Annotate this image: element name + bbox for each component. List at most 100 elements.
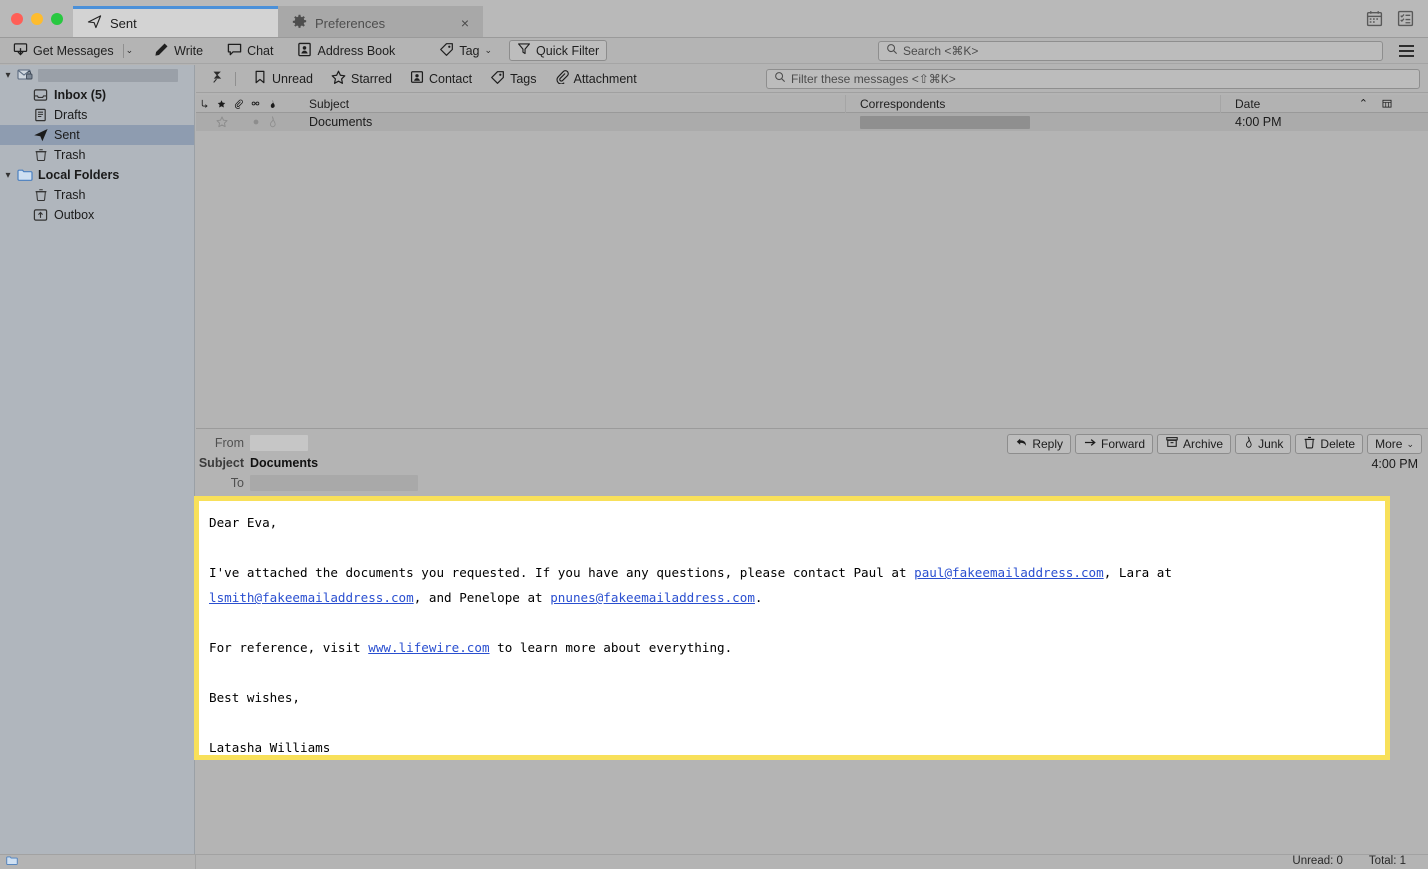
contact-card-icon bbox=[410, 70, 424, 87]
folder-account-root[interactable]: ▾ bbox=[0, 65, 194, 85]
quick-filter-pin-button[interactable] bbox=[204, 69, 233, 89]
global-search-placeholder: Search <⌘K> bbox=[903, 43, 979, 58]
tag-dropdown-icon[interactable]: ⌄ bbox=[484, 45, 492, 56]
sort-ascending-icon[interactable]: ⌃ bbox=[1359, 97, 1368, 110]
sidebar-item-trash-account[interactable]: Trash bbox=[0, 145, 194, 165]
delete-button[interactable]: Delete bbox=[1295, 434, 1364, 454]
archive-box-icon bbox=[1165, 436, 1179, 452]
sidebar-item-drafts[interactable]: Drafts bbox=[0, 105, 194, 125]
subject-value: Documents bbox=[250, 456, 319, 470]
sidebar-item-sent-label: Sent bbox=[54, 128, 80, 142]
body-p2-text-1: For reference, visit bbox=[209, 640, 369, 655]
global-search-input[interactable]: Search <⌘K> bbox=[878, 40, 1383, 61]
body-gap-3 bbox=[209, 660, 1375, 685]
status-total-count: Total: 1 bbox=[1368, 855, 1406, 867]
forward-button[interactable]: Forward bbox=[1075, 434, 1154, 454]
status-counts: Unread: 0 Total: 1 bbox=[1292, 855, 1428, 867]
row-junk-toggle[interactable] bbox=[264, 113, 281, 131]
sidebar-item-drafts-label: Drafts bbox=[54, 108, 88, 122]
close-window-button[interactable] bbox=[11, 13, 23, 25]
tab-sent[interactable]: Sent bbox=[73, 6, 278, 37]
quick-filter-bar: Unread Starred Contact Tags Attachment F… bbox=[196, 65, 1428, 93]
address-book-button[interactable]: Address Book bbox=[290, 40, 402, 61]
chat-button[interactable]: Chat bbox=[220, 40, 280, 61]
archive-button[interactable]: Archive bbox=[1157, 434, 1232, 454]
tag-button[interactable]: Tag ⌄ bbox=[432, 40, 499, 61]
sidebar-item-outbox-label: Outbox bbox=[54, 208, 95, 222]
trash-icon-2 bbox=[32, 188, 49, 203]
get-messages-dropdown-icon[interactable]: ⌄ bbox=[126, 45, 134, 56]
column-header-thread[interactable] bbox=[196, 95, 213, 113]
quick-filter-button[interactable]: Quick Filter bbox=[509, 40, 608, 61]
twisty-expanded-icon[interactable]: ▾ bbox=[0, 70, 16, 81]
column-header-junk[interactable] bbox=[264, 95, 281, 113]
pencil-icon bbox=[154, 42, 169, 60]
row-subject-label: Documents bbox=[309, 115, 373, 129]
message-list[interactable]: Documents 4:00 PM bbox=[196, 113, 1428, 427]
link-lifewire[interactable]: www.lifewire.com bbox=[368, 640, 489, 655]
sidebar-item-sent[interactable]: Sent bbox=[0, 125, 194, 145]
tag-icon-2 bbox=[490, 70, 505, 88]
tag-label: Tag bbox=[459, 43, 480, 58]
funnel-icon bbox=[517, 42, 531, 59]
reply-button[interactable]: Reply bbox=[1007, 434, 1072, 454]
column-picker-icon[interactable] bbox=[1378, 95, 1396, 113]
write-button[interactable]: Write bbox=[147, 40, 210, 61]
sidebar-item-trash-local[interactable]: Trash bbox=[0, 185, 194, 205]
close-icon[interactable]: × bbox=[461, 16, 469, 30]
minimize-window-button[interactable] bbox=[31, 13, 43, 25]
from-label: From bbox=[214, 436, 244, 450]
junk-button[interactable]: Junk bbox=[1235, 434, 1292, 454]
trash-icon-3 bbox=[1303, 436, 1316, 452]
body-p1-text-3: , and Penelope at bbox=[413, 590, 551, 605]
quick-filter-attachment-button[interactable]: Attachment bbox=[546, 69, 646, 89]
sidebar-item-trash-local-label: Trash bbox=[54, 188, 86, 202]
row-date-label: 4:00 PM bbox=[1235, 115, 1282, 129]
maximize-window-button[interactable] bbox=[51, 13, 63, 25]
trash-icon bbox=[32, 148, 49, 163]
hamburger-menu-icon[interactable] bbox=[1395, 43, 1418, 59]
column-header-correspondents[interactable]: Correspondents bbox=[846, 94, 1221, 113]
row-star-toggle[interactable] bbox=[213, 113, 230, 131]
folder-pane: ▾ Inbox (5) Drafts Sent Trash ▾ Local Fo… bbox=[0, 65, 195, 854]
tasks-icon[interactable] bbox=[1397, 10, 1414, 27]
column-header-unread[interactable] bbox=[247, 95, 264, 113]
message-actions: Reply Forward Archive Junk Delete More ⌄ bbox=[1007, 434, 1422, 454]
write-label: Write bbox=[174, 43, 204, 58]
table-row[interactable]: Documents 4:00 PM bbox=[196, 113, 1428, 131]
message-filter-input[interactable]: Filter these messages <⇧⌘K> bbox=[766, 68, 1420, 89]
get-messages-button[interactable]: Get Messages bbox=[6, 40, 121, 61]
column-header-date[interactable]: Date ⌃ bbox=[1221, 95, 1378, 113]
row-read-dot-icon[interactable] bbox=[247, 113, 264, 131]
column-header-attachment[interactable] bbox=[230, 95, 247, 113]
message-header-pane: From Subject Documents To Reply Forward bbox=[196, 428, 1428, 492]
tab-preferences[interactable]: Preferences × bbox=[278, 6, 483, 37]
archive-label: Archive bbox=[1183, 437, 1224, 451]
body-closing: Best wishes, bbox=[209, 690, 300, 705]
body-paragraph-1: I've attached the documents you requeste… bbox=[209, 560, 1375, 610]
sidebar-item-outbox[interactable]: Outbox bbox=[0, 205, 194, 225]
link-pnunes-email[interactable]: pnunes@fakeemailaddress.com bbox=[550, 590, 755, 605]
sidebar-item-local-folders[interactable]: ▾ Local Folders bbox=[0, 165, 194, 185]
reply-arrow-icon bbox=[1015, 436, 1028, 452]
link-lsmith-email[interactable]: lsmith@fakeemailaddress.com bbox=[209, 590, 414, 605]
link-paul-email[interactable]: paul@fakeemailaddress.com bbox=[914, 565, 1104, 580]
toolbar-right-group: Search <⌘K> bbox=[878, 40, 1422, 61]
column-header-star[interactable] bbox=[213, 95, 230, 113]
message-body-pane[interactable]: Dear Eva, I've attached the documents yo… bbox=[194, 496, 1390, 805]
sidebar-item-inbox[interactable]: Inbox (5) bbox=[0, 85, 194, 105]
quick-filter-contact-button[interactable]: Contact bbox=[401, 69, 481, 89]
quick-filter-unread-button[interactable]: Unread bbox=[244, 69, 322, 89]
column-header-subject[interactable]: Subject bbox=[281, 94, 846, 113]
twisty-expanded-icon-2[interactable]: ▾ bbox=[0, 170, 16, 181]
message-pane-background bbox=[196, 760, 1428, 854]
row-thread-cell bbox=[196, 113, 213, 131]
calendar-icon[interactable] bbox=[1366, 10, 1383, 27]
quick-filter-separator bbox=[235, 71, 236, 86]
quick-filter-starred-button[interactable]: Starred bbox=[322, 69, 401, 89]
body-p1-text-1: I've attached the documents you requeste… bbox=[209, 565, 915, 580]
quick-filter-tags-button[interactable]: Tags bbox=[481, 69, 545, 89]
message-time: 4:00 PM bbox=[1371, 457, 1418, 471]
address-book-icon bbox=[297, 42, 312, 60]
more-button[interactable]: More ⌄ bbox=[1367, 434, 1422, 454]
